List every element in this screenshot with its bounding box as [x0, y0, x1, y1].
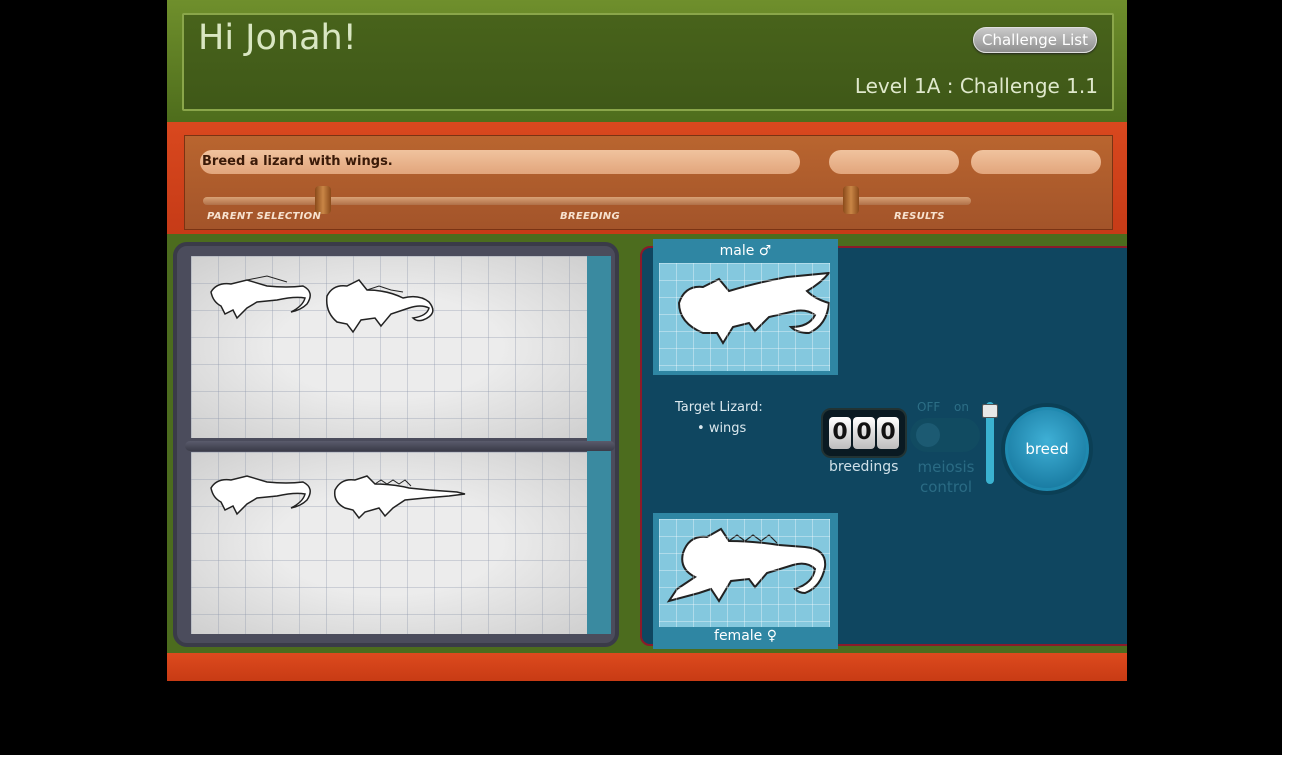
counter-digit: 0 — [853, 417, 875, 449]
female-parent-card[interactable]: female ♀ — [653, 513, 838, 649]
challenge-list-button[interactable]: Challenge List — [973, 27, 1097, 53]
lizard-icon[interactable] — [317, 274, 443, 336]
right-edge — [1282, 0, 1294, 767]
meiosis-toggle[interactable] — [910, 418, 980, 452]
female-label: female ♀ — [714, 628, 777, 644]
stage-results: RESULTS — [894, 211, 945, 222]
stage-breeding: BREEDING — [560, 211, 620, 222]
level-label: Level 1A : Challenge 1.1 — [854, 74, 1098, 98]
meiosis-toggle-knob — [916, 423, 940, 447]
female-parents-slot — [191, 452, 587, 634]
breeding-counter: 0 0 0 — [821, 408, 907, 458]
male-parents-slot — [191, 256, 587, 438]
male-parent-card[interactable]: male ♂ — [653, 239, 838, 375]
meiosis-control-label: meiosis control — [917, 458, 975, 496]
male-label: male ♂ — [719, 243, 772, 259]
goal-panel: Breed a lizard with wings. PARENT SELECT… — [184, 135, 1113, 230]
counter-digit: 0 — [877, 417, 899, 449]
breed-button[interactable]: breed — [1005, 407, 1089, 491]
greeting: Hi Jonah! — [198, 18, 357, 58]
header: Hi Jonah! Challenge List Level 1A : Chal… — [167, 0, 1127, 122]
target-trait: • wings — [697, 421, 747, 436]
goal-pill-3 — [971, 150, 1101, 174]
breedings-label: breedings — [829, 459, 899, 475]
header-panel: Hi Jonah! Challenge List Level 1A : Chal… — [182, 13, 1114, 111]
stage-parent-selection: PARENT SELECTION — [207, 211, 322, 222]
slider-handle[interactable] — [982, 404, 998, 418]
goal-bar: Breed a lizard with wings. PARENT SELECT… — [167, 122, 1127, 234]
target-trait-text: wings — [708, 421, 747, 436]
meiosis-off-label: OFF — [917, 400, 941, 414]
breeding-area: male ♂ Target Lizard: • wings 0 0 0 bree… — [167, 234, 1127, 681]
goal-pill-2 — [829, 150, 959, 174]
progress-knob-left[interactable] — [315, 186, 331, 214]
progress-knob-right[interactable] — [843, 186, 859, 214]
bottom-edge — [0, 755, 1294, 767]
speed-slider[interactable] — [982, 402, 998, 484]
goal-text: Breed a lizard with wings. — [200, 150, 800, 174]
grid-background — [659, 519, 830, 627]
lizard-icon[interactable] — [207, 274, 319, 324]
lizard-icon[interactable] — [207, 470, 319, 520]
counter-digit: 0 — [829, 417, 851, 449]
parent-cart — [173, 242, 619, 647]
grid-background — [659, 263, 830, 371]
bottom-band — [167, 653, 1127, 681]
game-area: Hi Jonah! Challenge List Level 1A : Chal… — [167, 0, 1127, 681]
cart-divider — [185, 441, 615, 451]
male-lizard-image — [659, 263, 830, 371]
lizard-icon[interactable] — [329, 470, 469, 520]
meiosis-on-label: on — [954, 400, 969, 414]
target-title: Target Lizard: — [675, 400, 763, 415]
female-lizard-image — [659, 519, 830, 627]
